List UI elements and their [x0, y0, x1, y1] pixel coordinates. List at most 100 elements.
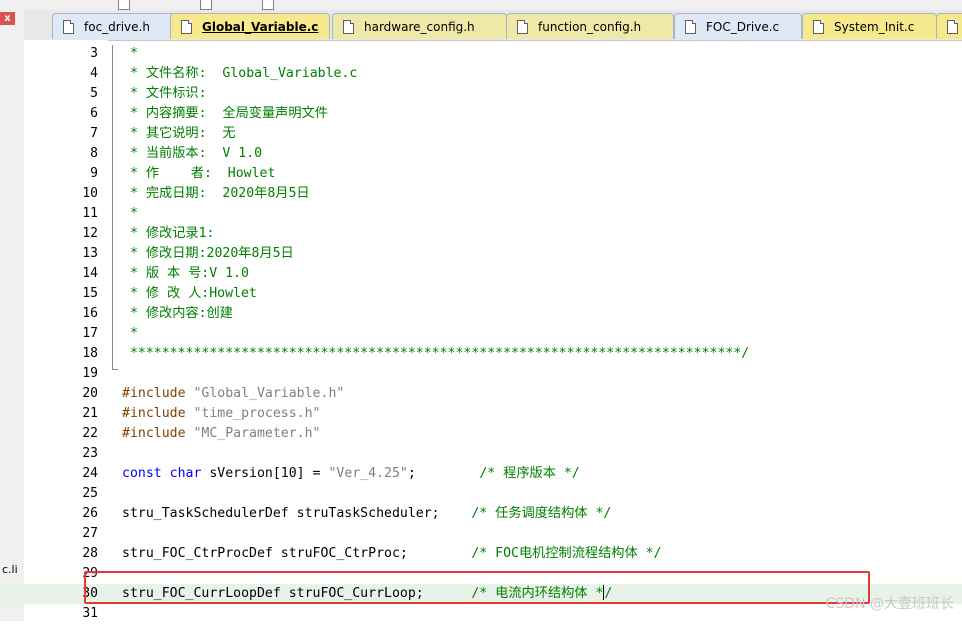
- code-line[interactable]: 27: [0, 524, 962, 544]
- file-icon: [517, 19, 528, 34]
- line-number: 13: [82, 246, 98, 261]
- tab-foc-drive-c[interactable]: FOC_Drive.c: [674, 13, 802, 39]
- code-text[interactable]: const char sVersion[10] = "Ver_4.25"; /*…: [122, 464, 580, 484]
- line-number: 18: [82, 346, 98, 361]
- line-number: 19: [82, 366, 98, 381]
- code-line[interactable]: 22 #include "MC_Parameter.h": [0, 424, 962, 444]
- code-text[interactable]: * 修 改 人:Howlet: [122, 284, 257, 304]
- code-text[interactable]: ****************************************…: [122, 344, 749, 364]
- code-line[interactable]: 24 const char sVersion[10] = "Ver_4.25"; …: [0, 464, 962, 484]
- toolbar-icon[interactable]: [200, 0, 212, 10]
- code-line[interactable]: 25: [0, 484, 962, 504]
- code-line[interactable]: 7 * 其它说明: 无: [0, 124, 962, 144]
- code-text[interactable]: * 版 本 号:V 1.0: [122, 264, 249, 284]
- code-text[interactable]: * 作 者: Howlet: [122, 164, 275, 184]
- line-number: 6: [90, 106, 98, 121]
- line-number: 20: [82, 386, 98, 401]
- line-number: 21: [82, 406, 98, 421]
- code-text[interactable]: * 修改记录1:: [122, 224, 215, 244]
- line-number: 11: [82, 206, 98, 221]
- code-text[interactable]: * 其它说明: 无: [122, 124, 236, 144]
- tab-system-init-c[interactable]: System_Init.c: [802, 13, 937, 39]
- tab-function-config-h[interactable]: function_config.h: [506, 13, 674, 39]
- tab-overflow[interactable]: [936, 13, 962, 39]
- code-line[interactable]: 3 *: [0, 44, 962, 64]
- code-line[interactable]: 10 * 完成日期: 2020年8月5日: [0, 184, 962, 204]
- line-number: 15: [82, 286, 98, 301]
- code-line[interactable]: 26 stru_TaskSchedulerDef struTaskSchedule…: [0, 504, 962, 524]
- line-number: 9: [90, 166, 98, 181]
- highlight-box: [84, 571, 870, 604]
- code-line[interactable]: 23: [0, 444, 962, 464]
- editor-tab-bar: foc_drive.h Global_Variable.c hardware_c…: [24, 10, 962, 41]
- tab-hardware-config-h[interactable]: hardware_config.h: [332, 13, 507, 39]
- code-text[interactable]: * 修改日期:2020年8月5日: [122, 244, 294, 264]
- line-number: 24: [82, 466, 98, 481]
- code-line[interactable]: 5 * 文件标识:: [0, 84, 962, 104]
- line-number: 16: [82, 306, 98, 321]
- code-line[interactable]: 20 #include "Global_Variable.h": [0, 384, 962, 404]
- code-text[interactable]: *: [122, 324, 138, 344]
- toolbar-icon[interactable]: [118, 0, 130, 10]
- line-number: 23: [82, 446, 98, 461]
- code-line[interactable]: 6 * 内容摘要: 全局变量声明文件: [0, 104, 962, 124]
- line-number: 5: [90, 86, 98, 101]
- code-text[interactable]: stru_TaskSchedulerDef struTaskScheduler;…: [122, 504, 611, 524]
- file-icon: [685, 19, 696, 34]
- code-text[interactable]: #include "MC_Parameter.h": [122, 424, 321, 444]
- file-icon: [181, 19, 192, 34]
- code-line[interactable]: 28 stru_FOC_CtrProcDef struFOC_CtrProc; /…: [0, 544, 962, 564]
- line-number: 8: [90, 146, 98, 161]
- tab-label: FOC_Drive.c: [706, 19, 780, 34]
- code-line[interactable]: 8 * 当前版本: V 1.0: [0, 144, 962, 164]
- line-number: 22: [82, 426, 98, 441]
- code-text[interactable]: #include "time_process.h": [122, 404, 321, 424]
- code-text[interactable]: *: [122, 204, 138, 224]
- toolbar-strip: [0, 0, 962, 10]
- code-text[interactable]: * 修改内容:创建: [122, 304, 233, 324]
- code-line[interactable]: 18 *************************************…: [0, 344, 962, 364]
- code-text[interactable]: #include "Global_Variable.h": [122, 384, 344, 404]
- code-line[interactable]: 12 * 修改记录1:: [0, 224, 962, 244]
- tab-global-variable-c[interactable]: Global_Variable.c: [170, 13, 330, 39]
- code-line[interactable]: 14 * 版 本 号:V 1.0: [0, 264, 962, 284]
- file-icon: [813, 19, 824, 34]
- line-number: 12: [82, 226, 98, 241]
- code-text[interactable]: stru_FOC_CtrProcDef struFOC_CtrProc; /* …: [122, 544, 662, 564]
- close-icon[interactable]: x: [0, 12, 15, 25]
- tab-label: function_config.h: [538, 19, 642, 34]
- line-number: 17: [82, 326, 98, 341]
- code-line[interactable]: 21 #include "time_process.h": [0, 404, 962, 424]
- line-number: 3: [90, 46, 98, 61]
- code-text[interactable]: * 当前版本: V 1.0: [122, 144, 262, 164]
- code-line[interactable]: 9 * 作 者: Howlet: [0, 164, 962, 184]
- code-line[interactable]: 31: [0, 604, 962, 624]
- file-icon: [63, 19, 74, 34]
- code-line[interactable]: 15 * 修 改 人:Howlet: [0, 284, 962, 304]
- line-number: 10: [82, 186, 98, 201]
- tab-label: hardware_config.h: [364, 19, 475, 34]
- line-number: 14: [82, 266, 98, 281]
- code-text[interactable]: * 内容摘要: 全局变量声明文件: [122, 104, 328, 124]
- code-line[interactable]: 19: [0, 364, 962, 384]
- line-number: 27: [82, 526, 98, 541]
- line-number: 4: [90, 66, 98, 81]
- code-text[interactable]: * 文件名称: Global_Variable.c: [122, 64, 357, 84]
- code-text[interactable]: * 文件标识:: [122, 84, 207, 104]
- code-line[interactable]: 11 *: [0, 204, 962, 224]
- code-text[interactable]: *: [122, 44, 138, 64]
- line-number: 28: [82, 546, 98, 561]
- tab-label: foc_drive.h: [84, 19, 150, 34]
- file-icon: [947, 19, 958, 34]
- code-text[interactable]: * 完成日期: 2020年8月5日: [122, 184, 310, 204]
- file-icon: [343, 19, 354, 34]
- code-line[interactable]: 13 * 修改日期:2020年8月5日: [0, 244, 962, 264]
- tab-label: System_Init.c: [834, 19, 915, 34]
- tab-label: Global_Variable.c: [202, 19, 319, 34]
- line-number: 26: [82, 506, 98, 521]
- code-line[interactable]: 17 *: [0, 324, 962, 344]
- code-line[interactable]: 4 * 文件名称: Global_Variable.c: [0, 64, 962, 84]
- toolbar-icon[interactable]: [262, 0, 274, 10]
- tab-foc-drive-h[interactable]: foc_drive.h: [52, 13, 182, 39]
- code-line[interactable]: 16 * 修改内容:创建: [0, 304, 962, 324]
